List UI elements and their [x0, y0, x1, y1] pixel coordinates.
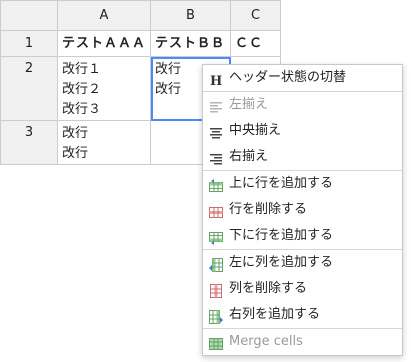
- menu-item-label: 列を削除する: [229, 281, 308, 296]
- menu-item-label: 右列を追加する: [229, 307, 321, 322]
- menu-item-merge-cells[interactable]: Merge cells: [203, 329, 402, 355]
- cell-line: 改行２: [62, 82, 102, 97]
- row-header-1[interactable]: 1: [0, 30, 58, 57]
- menu-item-add-row-above[interactable]: 上に行を追加する: [203, 171, 402, 197]
- row-delete-icon: [209, 203, 223, 218]
- column-header-c[interactable]: C: [230, 0, 282, 31]
- cell-line: 改行１: [62, 62, 102, 77]
- col-add-right-icon: [209, 308, 223, 324]
- column-header-a[interactable]: A: [56, 0, 152, 31]
- row-add-below-icon: [209, 229, 223, 245]
- menu-item-add-col-left[interactable]: 左に列を追加する: [203, 250, 402, 276]
- menu-item-delete-row[interactable]: 行を削除する: [203, 197, 402, 223]
- menu-item-label: 右揃え: [229, 149, 269, 164]
- row-header-3[interactable]: 3: [0, 120, 58, 165]
- menu-item-label: 左揃え: [229, 97, 269, 112]
- menu-item-align-right[interactable]: 右揃え: [203, 144, 402, 170]
- header-h-icon: H: [209, 71, 223, 89]
- menu-item-align-left[interactable]: 左揃え: [203, 92, 402, 118]
- align-right-icon: [209, 150, 223, 165]
- align-center-icon: [209, 124, 223, 139]
- svg-text:H: H: [210, 74, 222, 87]
- cell-c1[interactable]: ＣＣ: [230, 30, 282, 57]
- row-header-2[interactable]: 2: [0, 56, 58, 121]
- menu-item-add-col-right[interactable]: 右列を追加する: [203, 302, 402, 328]
- cell-line: 改行: [62, 146, 89, 161]
- cell-line: 改行３: [62, 102, 102, 117]
- cell-b1[interactable]: テストＢＢ: [150, 30, 232, 57]
- context-menu: H ヘッダー状態の切替 左揃え 中央揃え 右揃え 上に行を追加する 行を削除する: [202, 64, 403, 356]
- col-delete-icon: [209, 282, 223, 298]
- menu-item-label: 上に行を追加する: [229, 176, 334, 191]
- menu-item-label: 左に列を追加する: [229, 255, 334, 270]
- cell-a2[interactable]: 改行１ 改行２ 改行３: [56, 56, 152, 121]
- cell-a3[interactable]: 改行 改行: [56, 120, 152, 165]
- menu-item-delete-col[interactable]: 列を削除する: [203, 276, 402, 302]
- menu-item-label: 下に行を追加する: [229, 228, 334, 243]
- col-add-left-icon: [209, 256, 223, 272]
- menu-item-add-row-below[interactable]: 下に行を追加する: [203, 223, 402, 249]
- menu-item-align-center[interactable]: 中央揃え: [203, 118, 402, 144]
- cell-a1[interactable]: テストＡＡＡ: [56, 30, 152, 57]
- menu-item-toggle-header[interactable]: H ヘッダー状態の切替: [203, 65, 402, 91]
- align-left-icon: [209, 98, 223, 113]
- menu-item-label: 中央揃え: [229, 123, 282, 138]
- menu-item-label: ヘッダー状態の切替: [229, 70, 347, 85]
- row-add-above-icon: [209, 177, 223, 192]
- menu-item-label: 行を削除する: [229, 202, 308, 217]
- column-header-b[interactable]: B: [150, 0, 232, 31]
- cell-line: 改行: [62, 126, 89, 141]
- merge-cells-icon: [209, 335, 223, 350]
- menu-item-label: Merge cells: [229, 334, 303, 349]
- corner-header[interactable]: [0, 0, 58, 31]
